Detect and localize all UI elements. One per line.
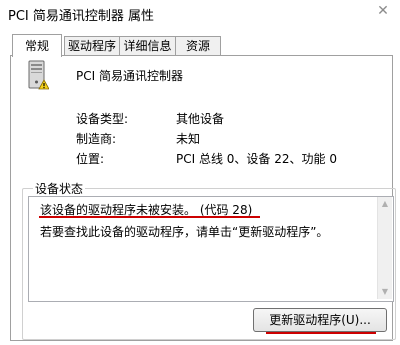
tab-details[interactable]: 详细信息 xyxy=(119,36,176,56)
manufacturer-label: 制造商: xyxy=(76,132,117,146)
scroll-up-arrow-icon[interactable]: ▲ xyxy=(378,197,392,211)
computer-tower-warning-icon xyxy=(28,60,49,90)
location-value: PCI 总线 0、设备 22、功能 0 xyxy=(176,152,337,166)
device-status-title: 设备状态 xyxy=(33,180,86,197)
status-hint-line: 若要查找此设备的驱动程序，请单击“更新驱动程序”。 xyxy=(40,225,329,239)
device-type-label: 设备类型: xyxy=(76,112,129,126)
tab-driver[interactable]: 驱动程序 xyxy=(64,36,120,56)
tab-general[interactable]: 常规 xyxy=(12,34,62,57)
update-driver-button[interactable]: 更新驱动程序(U)... xyxy=(253,308,387,332)
device-type-value: 其他设备 xyxy=(176,112,225,126)
scroll-down-arrow-icon[interactable]: ▼ xyxy=(378,285,392,299)
window-title: PCI 简易通讯控制器 属性 xyxy=(8,9,155,24)
status-scrollbar[interactable]: ▲ ▼ xyxy=(377,197,392,299)
title-bar: PCI 简易通讯控制器 属性 ✕ xyxy=(0,0,400,30)
annotation-underline-status xyxy=(39,216,260,218)
close-icon[interactable]: ✕ xyxy=(372,2,394,20)
tab-strip: 常规 驱动程序 详细信息 资源 xyxy=(12,34,392,57)
manufacturer-value: 未知 xyxy=(176,132,201,146)
tab-resources[interactable]: 资源 xyxy=(175,36,221,56)
location-label: 位置: xyxy=(76,152,105,166)
device-name: PCI 简易通讯控制器 xyxy=(76,69,183,83)
annotation-underline-button xyxy=(266,332,376,334)
